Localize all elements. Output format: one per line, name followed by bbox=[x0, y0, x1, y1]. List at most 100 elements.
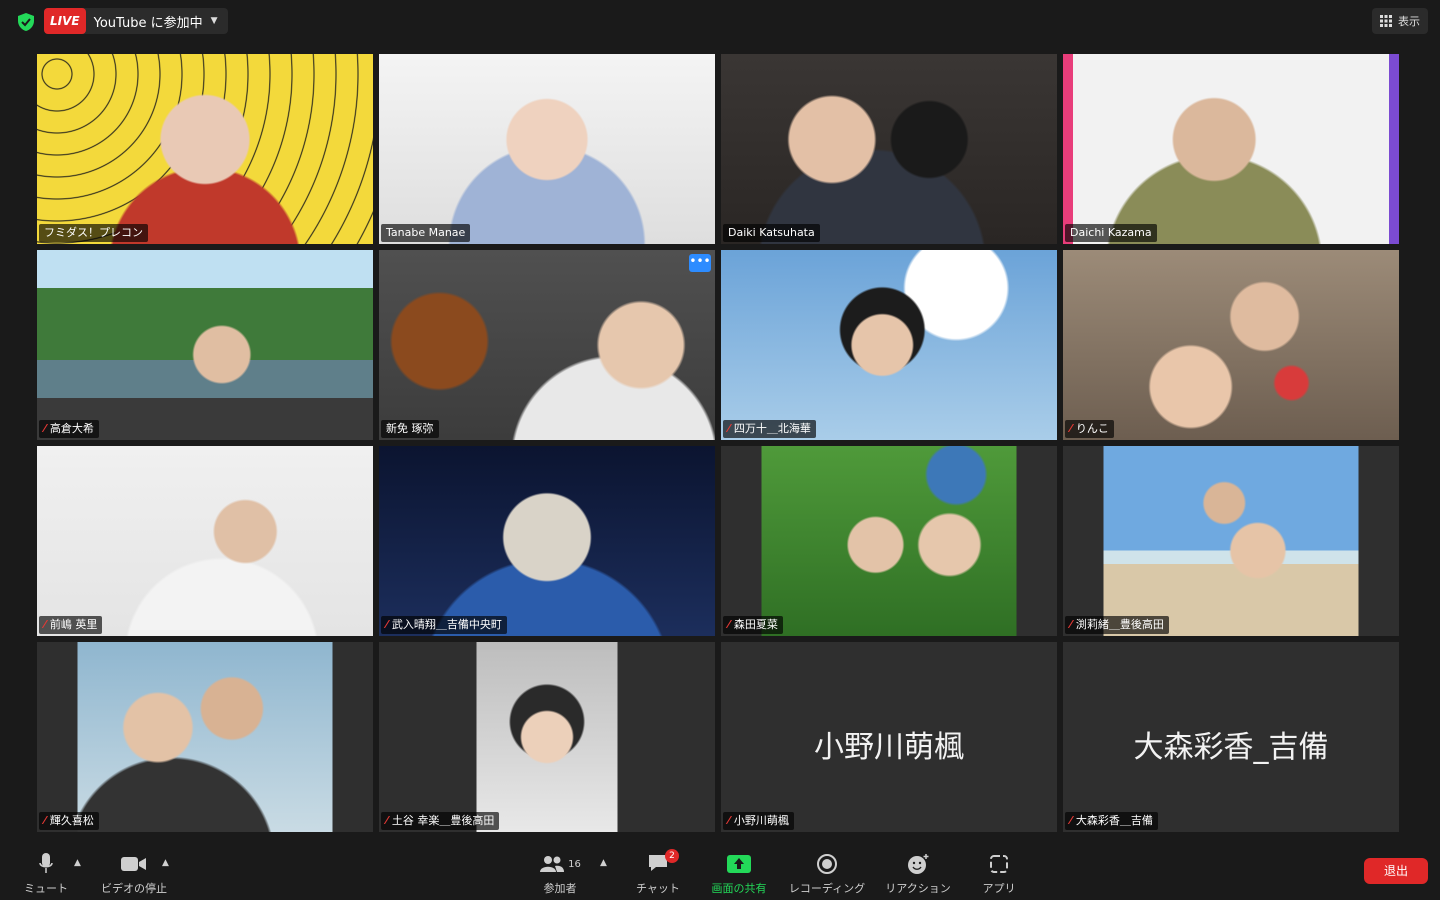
video-tile[interactable]: Daichi Kazama bbox=[1063, 54, 1399, 244]
share-screen-icon bbox=[727, 855, 751, 873]
share-screen-button[interactable]: 画面の共有 bbox=[708, 852, 770, 896]
video-feed bbox=[721, 250, 1057, 440]
muted-mic-icon: ⁄ bbox=[728, 814, 730, 827]
participant-name-label: フミダス！プレコン bbox=[39, 224, 148, 242]
mute-button[interactable]: ミュート bbox=[20, 852, 72, 896]
view-button-label: 表示 bbox=[1398, 15, 1420, 28]
video-tile-active-speaker[interactable]: Tanabe Manae bbox=[379, 54, 715, 244]
muted-mic-icon: ⁄ bbox=[386, 618, 388, 631]
chat-label: チャット bbox=[636, 882, 680, 895]
video-feed bbox=[379, 642, 715, 832]
participant-name-label: 新免 琢弥 bbox=[381, 420, 439, 438]
muted-mic-icon: ⁄ bbox=[44, 422, 46, 435]
video-tile-video-off[interactable]: 大森彩香_吉備 ⁄ 大森彩香＿吉備 bbox=[1063, 642, 1399, 832]
video-feed bbox=[721, 54, 1057, 244]
video-feed bbox=[379, 54, 715, 244]
more-options-button[interactable]: ••• bbox=[689, 254, 711, 272]
video-feed bbox=[37, 446, 373, 636]
muted-mic-icon: ⁄ bbox=[1070, 422, 1072, 435]
grid-view-icon bbox=[1380, 15, 1392, 27]
live-stream-status[interactable]: LIVE YouTube に参加中 ▼ bbox=[44, 8, 228, 34]
view-button[interactable]: 表示 bbox=[1372, 8, 1428, 34]
video-feed bbox=[1063, 446, 1399, 636]
chevron-up-icon[interactable]: ▲ bbox=[74, 858, 81, 868]
apps-button[interactable]: アプリ bbox=[976, 852, 1022, 896]
video-tile[interactable]: ••• 新免 琢弥 bbox=[379, 250, 715, 440]
participant-name-label: Daichi Kazama bbox=[1065, 224, 1157, 242]
participant-name-label: ⁄ 武入晴翔＿吉備中央町 bbox=[381, 616, 507, 634]
video-feed bbox=[721, 446, 1057, 636]
meeting-toolbar: ミュート ▲ ビデオの停止 ▲ 16 参加者 ▲ 2 チャット 画面の共有 レコ… bbox=[0, 844, 1440, 900]
shield-icon[interactable] bbox=[16, 12, 36, 32]
video-tile[interactable]: フミダス！プレコン bbox=[37, 54, 373, 244]
participant-name-label: ⁄ 高倉大希 bbox=[39, 420, 99, 438]
video-feed bbox=[37, 642, 373, 832]
participant-name-label: Tanabe Manae bbox=[381, 224, 471, 242]
participants-icon bbox=[540, 856, 565, 872]
emoji-icon bbox=[908, 854, 929, 874]
participant-name-label: ⁄ 前嶋 英里 bbox=[39, 616, 103, 634]
video-tile-video-off[interactable]: 小野川萌楓 ⁄ 小野川萌楓 bbox=[721, 642, 1057, 832]
muted-mic-icon: ⁄ bbox=[1070, 618, 1072, 631]
chevron-up-icon[interactable]: ▲ bbox=[162, 858, 169, 868]
participant-name-label: ⁄ 土谷 幸楽＿豊後高田 bbox=[381, 812, 500, 830]
video-tile[interactable]: ⁄ 輝久喜松 bbox=[37, 642, 373, 832]
muted-mic-icon: ⁄ bbox=[1070, 814, 1072, 827]
video-tile[interactable]: ⁄ 土谷 幸楽＿豊後高田 bbox=[379, 642, 715, 832]
participants-button[interactable]: 16 参加者 bbox=[536, 852, 584, 896]
muted-mic-icon: ⁄ bbox=[728, 618, 730, 631]
share-screen-label: 画面の共有 bbox=[711, 882, 767, 895]
participant-name-label: ⁄ 渕莉緒＿豊後高田 bbox=[1065, 616, 1169, 634]
participant-display-name: 小野川萌楓 bbox=[814, 730, 964, 765]
stop-video-button[interactable]: ビデオの停止 bbox=[98, 852, 170, 896]
chat-unread-badge: 2 bbox=[665, 848, 679, 863]
video-tile[interactable]: ⁄ 前嶋 英里 bbox=[37, 446, 373, 636]
chevron-down-icon: ▼ bbox=[210, 16, 218, 26]
participant-count: 16 bbox=[568, 858, 581, 870]
video-feed bbox=[37, 54, 373, 244]
video-feed bbox=[1063, 250, 1399, 440]
leave-meeting-button[interactable]: 退出 bbox=[1364, 858, 1428, 884]
participant-name-label: Daiki Katsuhata bbox=[723, 224, 820, 242]
participant-name-label: ⁄ 小野川萌楓 bbox=[723, 812, 794, 830]
top-bar: LIVE YouTube に参加中 ▼ 表示 bbox=[0, 0, 1440, 44]
live-status-text: YouTube に参加中 bbox=[93, 15, 203, 31]
muted-mic-icon: ⁄ bbox=[728, 422, 730, 435]
video-tile[interactable]: ⁄ 武入晴翔＿吉備中央町 bbox=[379, 446, 715, 636]
video-tile[interactable]: ⁄ 四万十＿北海華 bbox=[721, 250, 1057, 440]
video-tile[interactable]: ⁄ 渕莉緒＿豊後高田 bbox=[1063, 446, 1399, 636]
microphone-icon bbox=[39, 853, 53, 873]
video-feed bbox=[1063, 54, 1399, 244]
participant-name-label: ⁄ 森田夏菜 bbox=[723, 616, 783, 634]
apps-icon bbox=[990, 855, 1008, 873]
participants-label: 参加者 bbox=[543, 882, 577, 895]
reactions-label: リアクション bbox=[885, 882, 951, 895]
participant-name-label: ⁄ 輝久喜松 bbox=[39, 812, 99, 830]
record-icon bbox=[817, 854, 837, 874]
mute-label: ミュート bbox=[24, 882, 68, 895]
record-label: レコーディング bbox=[788, 882, 866, 895]
live-badge: LIVE bbox=[44, 8, 86, 34]
participant-display-name: 大森彩香_吉備 bbox=[1133, 730, 1329, 765]
apps-label: アプリ bbox=[982, 882, 1016, 895]
video-feed bbox=[379, 446, 715, 636]
chat-button[interactable]: 2 チャット bbox=[632, 848, 684, 896]
video-tile[interactable]: ⁄ 高倉大希 bbox=[37, 250, 373, 440]
muted-mic-icon: ⁄ bbox=[44, 618, 46, 631]
video-tile[interactable]: Daiki Katsuhata bbox=[721, 54, 1057, 244]
video-grid: フミダス！プレコン Tanabe Manae Daiki Katsuhata D… bbox=[37, 54, 1403, 832]
video-feed bbox=[37, 250, 373, 440]
muted-mic-icon: ⁄ bbox=[386, 814, 388, 827]
video-feed bbox=[379, 250, 715, 440]
participant-name-label: ⁄ 四万十＿北海華 bbox=[723, 420, 816, 438]
participant-name-label: ⁄ りんこ bbox=[1065, 420, 1114, 438]
participant-name-label: ⁄ 大森彩香＿吉備 bbox=[1065, 812, 1158, 830]
reactions-button[interactable]: リアクション bbox=[882, 852, 954, 896]
chevron-up-icon[interactable]: ▲ bbox=[600, 858, 607, 868]
video-tile[interactable]: ⁄ 森田夏菜 bbox=[721, 446, 1057, 636]
video-camera-icon bbox=[121, 857, 146, 871]
muted-mic-icon: ⁄ bbox=[44, 814, 46, 827]
video-label: ビデオの停止 bbox=[101, 882, 167, 895]
video-tile[interactable]: ⁄ りんこ bbox=[1063, 250, 1399, 440]
record-button[interactable]: レコーディング bbox=[786, 852, 868, 896]
